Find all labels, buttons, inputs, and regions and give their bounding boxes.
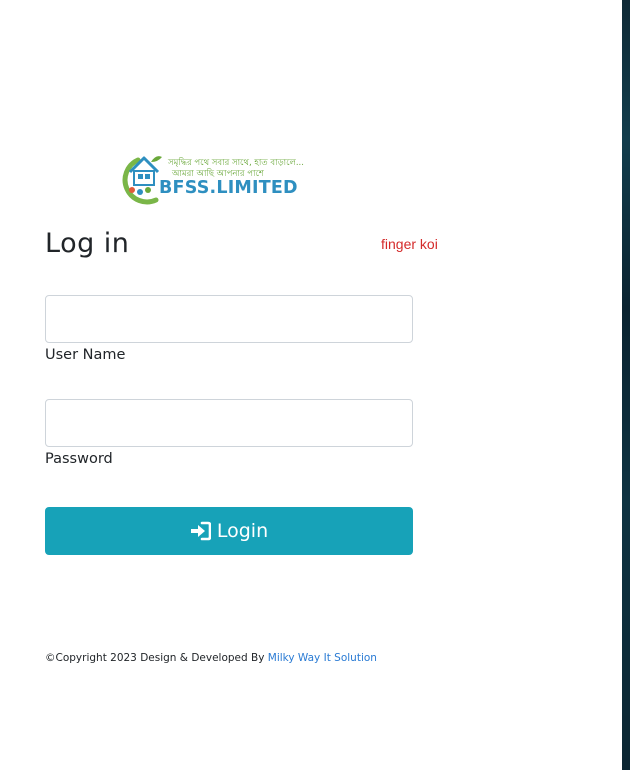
- finger-link[interactable]: finger koi: [381, 236, 438, 252]
- username-input[interactable]: [45, 295, 413, 343]
- background-edge: [622, 0, 630, 770]
- username-label: User Name: [45, 347, 126, 363]
- page-title: Log in: [45, 228, 130, 259]
- copyright-text: ©Copyright 2023 Design & Developed By: [45, 652, 268, 664]
- login-button-label: Login: [216, 520, 269, 542]
- sign-in-icon: [190, 521, 211, 541]
- password-label: Password: [45, 451, 113, 467]
- developer-link[interactable]: Milky Way It Solution: [268, 652, 377, 664]
- bfss-logo: সমৃদ্ধির পথে সবার সাথে, হাত বাড়ালে... আ…: [118, 152, 304, 206]
- password-field-group: Password: [45, 399, 413, 467]
- password-input[interactable]: [45, 399, 413, 447]
- login-page: সমৃদ্ধির পথে সবার সাথে, হাত বাড়ালে... আ…: [0, 0, 630, 770]
- username-field-group: User Name: [45, 295, 413, 363]
- login-button[interactable]: Login: [45, 507, 413, 555]
- logo-brand-text: BFSS.LIMITED: [159, 178, 298, 198]
- footer: ©Copyright 2023 Design & Developed By Mi…: [45, 652, 377, 664]
